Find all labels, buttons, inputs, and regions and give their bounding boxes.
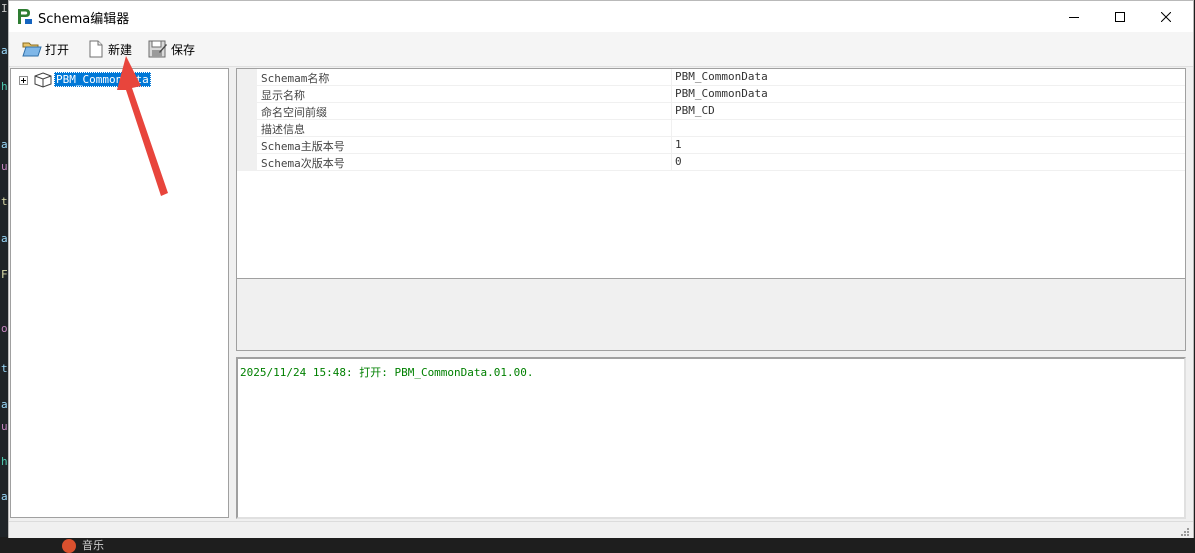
row-gutter	[237, 103, 257, 119]
schema-tree[interactable]: PBM_CommonData	[10, 68, 229, 518]
close-icon	[1161, 11, 1171, 22]
save-label: 保存	[171, 42, 196, 57]
property-row[interactable]: 描述信息	[237, 120, 1185, 137]
new-label: 新建	[108, 42, 133, 57]
package-cube-icon	[34, 72, 52, 88]
property-name: Schema次版本号	[261, 157, 345, 170]
background-taskbar: 音乐	[0, 537, 1195, 553]
folder-open-icon	[22, 42, 42, 57]
row-gutter	[237, 86, 257, 102]
property-value[interactable]: 0	[675, 155, 682, 168]
column-divider	[671, 137, 672, 153]
log-entry: 2025/11/24 15:48: 打开: PBM_CommonData.01.…	[240, 366, 534, 379]
save-icon	[148, 40, 167, 58]
property-row[interactable]: Schema次版本号 0	[237, 154, 1185, 171]
property-value[interactable]: PBM_CommonData	[675, 70, 768, 83]
app-logo-icon	[17, 8, 33, 25]
property-value[interactable]: PBM_CD	[675, 104, 715, 117]
maximize-button[interactable]	[1097, 1, 1143, 32]
column-divider	[671, 154, 672, 170]
property-row[interactable]: Schemam名称 PBM_CommonData	[237, 69, 1185, 86]
minimize-button[interactable]	[1051, 1, 1097, 32]
minimize-icon	[1069, 16, 1079, 18]
schema-editor-window: Schema编辑器 打开 新建 保存 PBM_CommonData Schema…	[8, 0, 1194, 538]
column-divider	[671, 120, 672, 136]
column-divider	[671, 103, 672, 119]
status-bar	[9, 521, 1193, 538]
row-gutter	[237, 69, 257, 85]
column-divider	[671, 86, 672, 102]
property-name: Schemam名称	[261, 72, 330, 85]
maximize-icon	[1115, 11, 1125, 22]
property-name: 命名空间前缀	[261, 106, 327, 119]
taskbar-label: 音乐	[82, 539, 104, 552]
property-value[interactable]: PBM_CommonData	[675, 87, 768, 100]
log-output[interactable]: 2025/11/24 15:48: 打开: PBM_CommonData.01.…	[236, 357, 1186, 519]
property-row[interactable]: Schema主版本号 1	[237, 137, 1185, 154]
new-button[interactable]: 新建	[87, 38, 132, 60]
column-divider	[671, 69, 672, 85]
row-gutter	[237, 120, 257, 136]
window-title: Schema编辑器	[38, 12, 130, 27]
open-button[interactable]: 打开	[22, 38, 69, 60]
title-bar[interactable]: Schema编辑器	[9, 1, 1193, 32]
row-gutter	[237, 154, 257, 170]
toolbar: 打开 新建 保存	[9, 32, 1193, 67]
close-button[interactable]	[1143, 1, 1189, 32]
expand-toggle-icon[interactable]	[19, 76, 28, 85]
new-file-icon	[89, 40, 103, 58]
save-button[interactable]: 保存	[148, 38, 195, 60]
open-label: 打开	[45, 42, 70, 57]
resize-grip-icon[interactable]	[1179, 526, 1189, 536]
property-grid: Schemam名称 PBM_CommonData 显示名称 PBM_Common…	[236, 68, 1186, 279]
property-name: 描述信息	[261, 123, 305, 136]
property-name: Schema主版本号	[261, 140, 345, 153]
row-gutter	[237, 137, 257, 153]
property-row[interactable]: 命名空间前缀 PBM_CD	[237, 103, 1185, 120]
property-row[interactable]: 显示名称 PBM_CommonData	[237, 86, 1185, 103]
music-app-icon	[62, 539, 76, 553]
tree-node-label[interactable]: PBM_CommonData	[54, 72, 151, 87]
property-name: 显示名称	[261, 89, 305, 102]
property-description-panel	[236, 279, 1186, 351]
property-value[interactable]: 1	[675, 138, 682, 151]
